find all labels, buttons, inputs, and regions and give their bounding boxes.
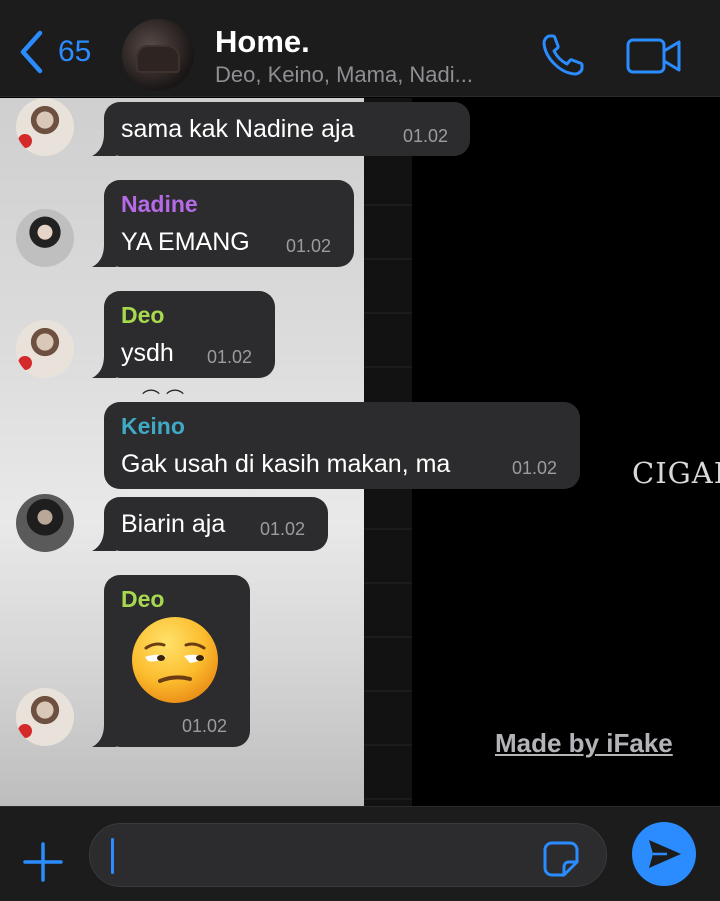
message-time: 01.02 bbox=[512, 458, 558, 478]
message-text: Biarin aja bbox=[121, 510, 226, 538]
message-text: sama kak Nadine aja bbox=[121, 115, 355, 143]
chat-members[interactable]: Deo, Keino, Mama, Nadi... bbox=[215, 62, 473, 88]
sender-name: Keino bbox=[121, 413, 185, 439]
avatar[interactable] bbox=[16, 209, 74, 267]
plus-icon[interactable] bbox=[22, 841, 64, 883]
message-bubble[interactable]: Nadine YA EMANG 01.02 bbox=[92, 180, 354, 267]
message-time: 01.02 bbox=[286, 236, 332, 256]
bubble-tail bbox=[92, 134, 116, 156]
message-time: 01.02 bbox=[207, 347, 253, 367]
message-time: 01.02 bbox=[260, 519, 306, 539]
sender-name: Deo bbox=[121, 586, 165, 612]
message-bubble[interactable]: Deo ysdh 01.02 bbox=[92, 291, 275, 378]
unamused-face-icon bbox=[132, 617, 218, 703]
send-icon bbox=[649, 840, 681, 868]
avatar[interactable] bbox=[16, 98, 74, 156]
message-input[interactable] bbox=[89, 823, 607, 887]
text-caret bbox=[111, 838, 114, 874]
sticker-icon[interactable] bbox=[542, 840, 580, 878]
watermark: Made by iFake bbox=[495, 728, 673, 758]
back-button[interactable]: 65 bbox=[18, 30, 91, 74]
group-avatar[interactable] bbox=[122, 19, 194, 91]
message-bubble[interactable]: Biarin aja 01.02 bbox=[92, 497, 328, 551]
bubble-tail bbox=[92, 529, 116, 551]
bubble-tail bbox=[92, 725, 116, 747]
bubble-tail bbox=[92, 356, 116, 378]
phone-icon[interactable] bbox=[540, 32, 586, 78]
bubble-tail bbox=[92, 245, 116, 267]
message-bubble[interactable]: Keino Gak usah di kasih makan, ma 01.02 bbox=[104, 402, 580, 489]
message-text: YA EMANG bbox=[121, 228, 250, 256]
chat-header: 65 Home. Deo, Keino, Mama, Nadi... bbox=[0, 0, 720, 97]
unread-count: 65 bbox=[58, 35, 92, 68]
message-text: ysdh bbox=[121, 339, 174, 367]
sender-name: Nadine bbox=[121, 191, 198, 217]
message-text: Gak usah di kasih makan, ma bbox=[121, 450, 451, 478]
wallpaper-text: CIGAR bbox=[632, 456, 720, 490]
avatar[interactable] bbox=[16, 320, 74, 378]
chat-title[interactable]: Home. bbox=[215, 24, 310, 60]
video-camera-icon[interactable] bbox=[626, 36, 682, 76]
sender-name: Deo bbox=[121, 302, 165, 328]
message-bubble[interactable]: Deo 01.02 bbox=[92, 575, 250, 747]
message-time: 01.02 bbox=[182, 716, 228, 736]
send-button[interactable] bbox=[632, 822, 696, 886]
message-time: 01.02 bbox=[403, 126, 449, 146]
avatar[interactable] bbox=[16, 494, 74, 552]
message-bubble[interactable]: sama kak Nadine aja 01.02 bbox=[92, 102, 470, 156]
avatar[interactable] bbox=[16, 688, 74, 746]
chevron-left-icon bbox=[20, 30, 43, 74]
message-input-bar bbox=[0, 806, 720, 901]
